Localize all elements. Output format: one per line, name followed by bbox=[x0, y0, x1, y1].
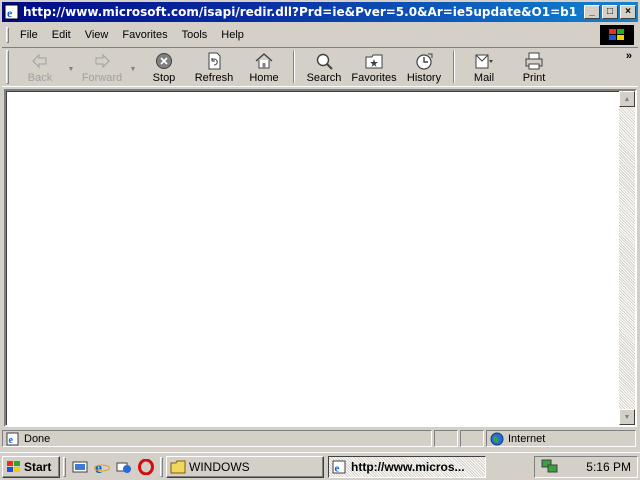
standard-toolbar: Back ▼ Forward ▼ Stop Refresh Home Searc… bbox=[2, 47, 638, 87]
back-arrow-icon bbox=[32, 53, 47, 69]
mail-icon bbox=[475, 54, 493, 69]
menu-tools[interactable]: Tools bbox=[175, 29, 215, 41]
back-label: Back bbox=[27, 72, 53, 84]
clock[interactable]: 5:16 PM bbox=[586, 460, 631, 474]
forward-dropdown-button[interactable]: ▼ bbox=[127, 48, 139, 86]
taskbar: Start e WINDOWS e http://www.micros... 5… bbox=[0, 452, 640, 480]
vertical-scrollbar[interactable]: ▲ ▼ bbox=[619, 91, 635, 425]
history-label: History bbox=[406, 72, 442, 84]
search-label: Search bbox=[306, 72, 342, 84]
task-button-windows[interactable]: WINDOWS bbox=[166, 455, 324, 478]
windows-flag-icon bbox=[7, 460, 20, 472]
svg-text:e: e bbox=[9, 435, 14, 446]
title-bar[interactable]: e http://www.microsoft.com/isapi/redir.d… bbox=[2, 2, 638, 22]
scroll-down-button[interactable]: ▼ bbox=[619, 409, 635, 425]
forward-label: Forward bbox=[81, 72, 123, 84]
window-title: http://www.microsoft.com/isapi/redir.dll… bbox=[23, 5, 582, 19]
maximize-button[interactable]: □ bbox=[602, 5, 618, 19]
close-button[interactable]: × bbox=[620, 5, 636, 19]
refresh-icon bbox=[208, 52, 221, 70]
internet-globe-icon bbox=[490, 432, 504, 445]
menu-bar: File Edit View Favorites Tools Help bbox=[2, 24, 638, 46]
search-icon bbox=[316, 53, 333, 70]
search-button[interactable]: Search bbox=[299, 48, 349, 86]
history-icon bbox=[416, 53, 433, 70]
svg-text:e: e bbox=[7, 6, 13, 20]
refresh-button[interactable]: Refresh bbox=[189, 48, 239, 86]
status-bar: e Done Internet bbox=[2, 429, 638, 448]
system-tray: 5:16 PM bbox=[534, 456, 638, 478]
opera-icon[interactable] bbox=[137, 458, 155, 476]
show-desktop-icon[interactable] bbox=[71, 458, 89, 476]
task-label: WINDOWS bbox=[189, 459, 250, 474]
stop-label: Stop bbox=[152, 72, 176, 84]
outlook-express-icon[interactable] bbox=[115, 458, 133, 476]
forward-button[interactable]: Forward bbox=[77, 48, 127, 86]
menu-favorites[interactable]: Favorites bbox=[115, 29, 174, 41]
menu-file[interactable]: File bbox=[13, 29, 45, 41]
back-dropdown-button[interactable]: ▼ bbox=[65, 48, 77, 86]
quick-launch-grip[interactable] bbox=[63, 456, 66, 477]
back-button[interactable]: Back bbox=[15, 48, 65, 86]
menu-help[interactable]: Help bbox=[214, 29, 251, 41]
stop-button[interactable]: Stop bbox=[139, 48, 189, 86]
home-icon bbox=[255, 53, 273, 69]
home-label: Home bbox=[249, 72, 279, 84]
print-label: Print bbox=[522, 72, 546, 84]
svg-text:e: e bbox=[335, 462, 340, 474]
start-label: Start bbox=[24, 459, 52, 474]
internet-explorer-icon[interactable]: e bbox=[93, 458, 111, 476]
mail-button[interactable]: Mail bbox=[459, 48, 509, 86]
minimize-button[interactable]: _ bbox=[584, 5, 600, 19]
task-button-ie[interactable]: e http://www.micros... bbox=[328, 455, 486, 478]
printer-icon bbox=[525, 52, 543, 70]
refresh-label: Refresh bbox=[194, 72, 234, 84]
status-panel-empty bbox=[460, 430, 484, 447]
history-button[interactable]: History bbox=[399, 48, 449, 86]
status-text-panel: e Done bbox=[2, 430, 432, 447]
start-button[interactable]: Start bbox=[2, 455, 60, 478]
taskbar-grip[interactable] bbox=[160, 456, 163, 477]
page-content-area[interactable]: ▲ ▼ bbox=[4, 89, 637, 427]
menu-bar-grip[interactable] bbox=[6, 27, 9, 43]
security-zone-text: Internet bbox=[508, 432, 546, 445]
favorites-button[interactable]: Favorites bbox=[349, 48, 399, 86]
print-button[interactable]: Print bbox=[509, 48, 559, 86]
folder-icon bbox=[170, 460, 186, 473]
toolbar-overflow-chevron[interactable]: » bbox=[626, 50, 632, 62]
toolbar-separator bbox=[293, 51, 295, 83]
favorites-label: Favorites bbox=[351, 72, 397, 84]
stop-icon bbox=[156, 53, 172, 69]
ie-page-icon: e bbox=[6, 432, 19, 446]
toolbar-grip[interactable] bbox=[6, 50, 9, 84]
status-text: Done bbox=[24, 432, 51, 445]
network-icon[interactable] bbox=[541, 458, 559, 477]
forward-arrow-icon bbox=[95, 53, 110, 69]
security-zone-panel: Internet bbox=[486, 430, 636, 447]
favorites-folder-icon bbox=[365, 54, 383, 69]
svg-text:e: e bbox=[95, 460, 102, 475]
mail-label: Mail bbox=[473, 72, 495, 84]
status-panel-empty bbox=[434, 430, 458, 447]
menu-view[interactable]: View bbox=[78, 29, 116, 41]
toolbar-separator bbox=[453, 51, 455, 83]
menu-edit[interactable]: Edit bbox=[45, 29, 78, 41]
task-label: http://www.micros... bbox=[351, 459, 465, 474]
windows-logo-icon bbox=[600, 25, 634, 45]
scroll-up-button[interactable]: ▲ bbox=[619, 91, 635, 107]
ie-page-icon[interactable]: e bbox=[4, 4, 20, 20]
home-button[interactable]: Home bbox=[239, 48, 289, 86]
ie-page-icon: e bbox=[332, 460, 346, 474]
